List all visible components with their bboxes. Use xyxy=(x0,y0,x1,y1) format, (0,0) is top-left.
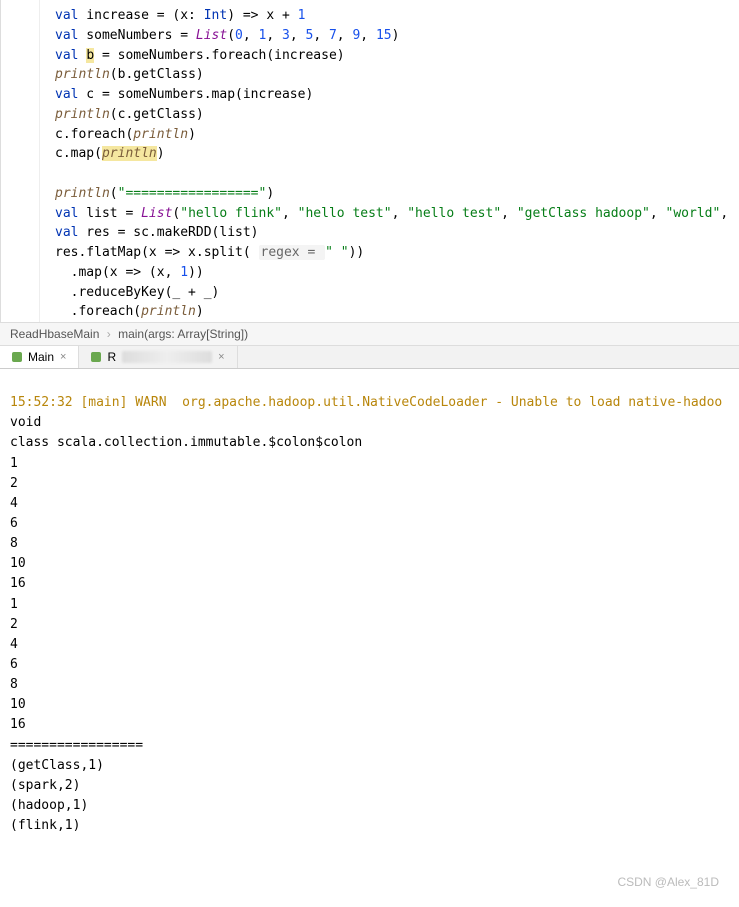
breadcrumb-class[interactable]: ReadHbaseMain xyxy=(10,327,99,341)
code-line[interactable]: c.map(println) xyxy=(55,144,739,164)
keyword-val: val xyxy=(55,8,78,23)
param-hint: regex = xyxy=(259,245,326,260)
console-line: 2 xyxy=(10,617,18,632)
console-line: 16 xyxy=(10,576,26,591)
println-call: println xyxy=(55,67,110,82)
console-line: 4 xyxy=(10,496,18,511)
highlighted-println: println xyxy=(102,146,157,161)
code-line[interactable]: val res = sc.makeRDD(list) xyxy=(55,223,739,243)
console-line: 4 xyxy=(10,637,18,652)
type-int: Int xyxy=(204,8,227,23)
code-line[interactable]: val someNumbers = List(0, 1, 3, 5, 7, 9,… xyxy=(55,26,739,46)
console-line: (spark,2) xyxy=(10,778,80,793)
string-literal: "=================" xyxy=(118,186,267,201)
chevron-right-icon: › xyxy=(107,327,111,341)
watermark: CSDN @Alex_81D xyxy=(617,875,719,889)
console-line: 6 xyxy=(10,657,18,672)
code-line[interactable]: .reduceByKey(_ + _) xyxy=(55,283,739,303)
console-line: 1 xyxy=(10,597,18,612)
console-line: 10 xyxy=(10,556,26,571)
console-line: 10 xyxy=(10,697,26,712)
redacted-text xyxy=(122,351,212,363)
console-line: (flink,1) xyxy=(10,818,80,833)
close-icon[interactable]: × xyxy=(218,351,224,363)
tab-secondary[interactable]: R × xyxy=(79,346,237,368)
close-icon[interactable]: × xyxy=(60,351,66,363)
code-editor[interactable]: val increase = (x: Int) => x + 1 val som… xyxy=(0,0,739,322)
run-icon xyxy=(91,352,101,362)
code-line[interactable]: println(b.getClass) xyxy=(55,65,739,85)
highlighted-var: b xyxy=(86,48,94,63)
console-line: 8 xyxy=(10,677,18,692)
console-line: ================= xyxy=(10,738,143,753)
run-icon xyxy=(12,352,22,362)
tab-label: Main xyxy=(28,350,54,364)
console-line: class scala.collection.immutable.$colon$… xyxy=(10,435,362,450)
code-line[interactable]: println(c.getClass) xyxy=(55,105,739,125)
tab-main[interactable]: Main × xyxy=(0,346,79,368)
code-line[interactable] xyxy=(55,164,739,184)
code-line[interactable]: val c = someNumbers.map(increase) xyxy=(55,85,739,105)
code-line[interactable]: val b = someNumbers.foreach(increase) xyxy=(55,46,739,66)
console-line: 2 xyxy=(10,476,18,491)
console-tabs: Main × R × xyxy=(0,346,739,369)
code-line[interactable]: .foreach(println) xyxy=(55,302,739,322)
console-line: void xyxy=(10,415,41,430)
code-line[interactable]: .map(x => (x, 1)) xyxy=(55,263,739,283)
console-line: (hadoop,1) xyxy=(10,798,88,813)
number-literal: 1 xyxy=(298,8,306,23)
code-line[interactable]: c.foreach(println) xyxy=(55,125,739,145)
breadcrumb-method[interactable]: main(args: Array[String]) xyxy=(118,327,248,341)
console-warn-line: 15:52:32 [main] WARN org.apache.hadoop.u… xyxy=(10,395,722,410)
console-line: 16 xyxy=(10,717,26,732)
console-line: 1 xyxy=(10,456,18,471)
code-line[interactable]: val increase = (x: Int) => x + 1 xyxy=(55,6,739,26)
tab-label: R xyxy=(107,350,116,364)
code-line[interactable]: res.flatMap(x => x.split( regex = " ")) xyxy=(55,243,739,263)
list-fn: List xyxy=(196,28,227,43)
console-line: (getClass,1) xyxy=(10,758,104,773)
breadcrumb[interactable]: ReadHbaseMain › main(args: Array[String]… xyxy=(0,322,739,346)
code-line[interactable]: println("=================") xyxy=(55,184,739,204)
console-line: 8 xyxy=(10,536,18,551)
code-line[interactable]: val list = List("hello flink", "hello te… xyxy=(55,204,739,224)
console-line: 6 xyxy=(10,516,18,531)
console-output[interactable]: 15:52:32 [main] WARN org.apache.hadoop.u… xyxy=(0,369,739,846)
